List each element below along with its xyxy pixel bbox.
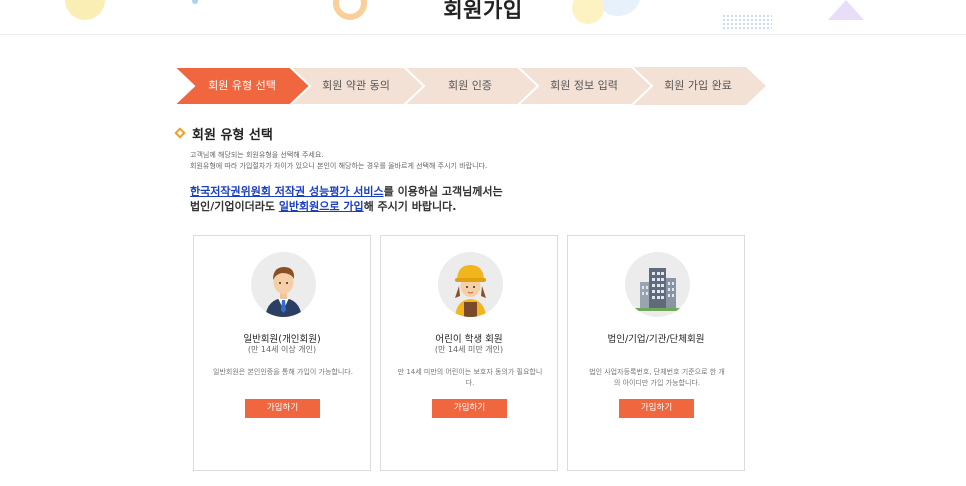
building-icon bbox=[625, 252, 690, 317]
diamond-icon bbox=[174, 127, 186, 139]
header: 회원가입 bbox=[0, 0, 966, 35]
member-card-corporate: 법인/기업/기관/단체회원 법인 사업자등록번호, 단체번호 기준으로 한 개의… bbox=[567, 235, 745, 471]
section-description: 고객님께 해당되는 회원유형을 선택해 주세요. 회원유형에 따라 가입절차가 … bbox=[190, 150, 487, 172]
general-member-link[interactable]: 일반회원으로 가입 bbox=[279, 200, 364, 213]
notice-text-1: 를 이용하실 고객님께서는 bbox=[383, 185, 503, 198]
card-title: 일반회원(개인회원) bbox=[243, 334, 321, 345]
step-2: 회원 약관 동의 bbox=[322, 79, 390, 92]
join-button-corporate[interactable]: 가입하기 bbox=[619, 399, 694, 418]
join-button-general[interactable]: 가입하기 bbox=[245, 399, 320, 418]
notice: 한국저작권위원회 저작권 성능평가 서비스를 이용하실 고객님께서는 법인/기업… bbox=[190, 184, 503, 214]
card-title: 어린이 학생 회원 bbox=[435, 334, 503, 345]
card-title: 법인/기업/기관/단체회원 bbox=[607, 334, 705, 345]
section-title: 회원 유형 선택 bbox=[192, 127, 273, 143]
member-card-general: 일반회원(개인회원) (만 14세 이상 개인) 일반회원은 본인인증을 통해 … bbox=[193, 235, 371, 471]
section-heading: 회원 유형 선택 bbox=[174, 125, 273, 143]
step-4: 회원 정보 입력 bbox=[550, 79, 618, 92]
notice-text-2: 법인/기업이더라도 bbox=[190, 200, 279, 213]
step-5: 회원 가입 완료 bbox=[664, 79, 732, 92]
step-1: 회원 유형 선택 bbox=[208, 79, 276, 92]
card-subtitle: (만 14세 미만 개인) bbox=[434, 345, 504, 354]
card-description: 만 14세 미만의 어린이는 보호자 동의가 필요합니다. bbox=[397, 368, 543, 387]
member-card-child: 어린이 학생 회원 (만 14세 미만 개인) 만 14세 미만의 어린이는 보… bbox=[380, 235, 558, 471]
child-hardhat-icon bbox=[438, 252, 503, 317]
desc-line-2: 회원유형에 따라 가입절차가 차이가 있으니 본인이 해당하는 경우를 올바르게… bbox=[190, 162, 488, 170]
businessman-icon bbox=[251, 252, 316, 317]
service-link[interactable]: 한국저작권위원회 저작권 성능평가 서비스 bbox=[190, 185, 384, 198]
card-subtitle: (만 14세 이상 개인) bbox=[247, 345, 317, 354]
step-3: 회원 인증 bbox=[448, 79, 492, 92]
join-button-child[interactable]: 가입하기 bbox=[432, 399, 507, 418]
page-title: 회원가입 bbox=[443, 0, 523, 22]
notice-text-3: 해 주시기 바랍니다. bbox=[363, 200, 457, 213]
card-description: 일반회원은 본인인증을 통해 가입이 가능합니다. bbox=[213, 368, 353, 376]
desc-line-1: 고객님께 해당되는 회원유형을 선택해 주세요. bbox=[190, 151, 324, 159]
card-description: 법인 사업자등록번호, 단체번호 기준으로 한 개의 아이디만 가입 가능합니다… bbox=[589, 368, 725, 387]
step-progress: 회원 유형 선택 회원 약관 동의 회원 인증 회원 정보 입력 회원 가입 완… bbox=[174, 67, 766, 105]
